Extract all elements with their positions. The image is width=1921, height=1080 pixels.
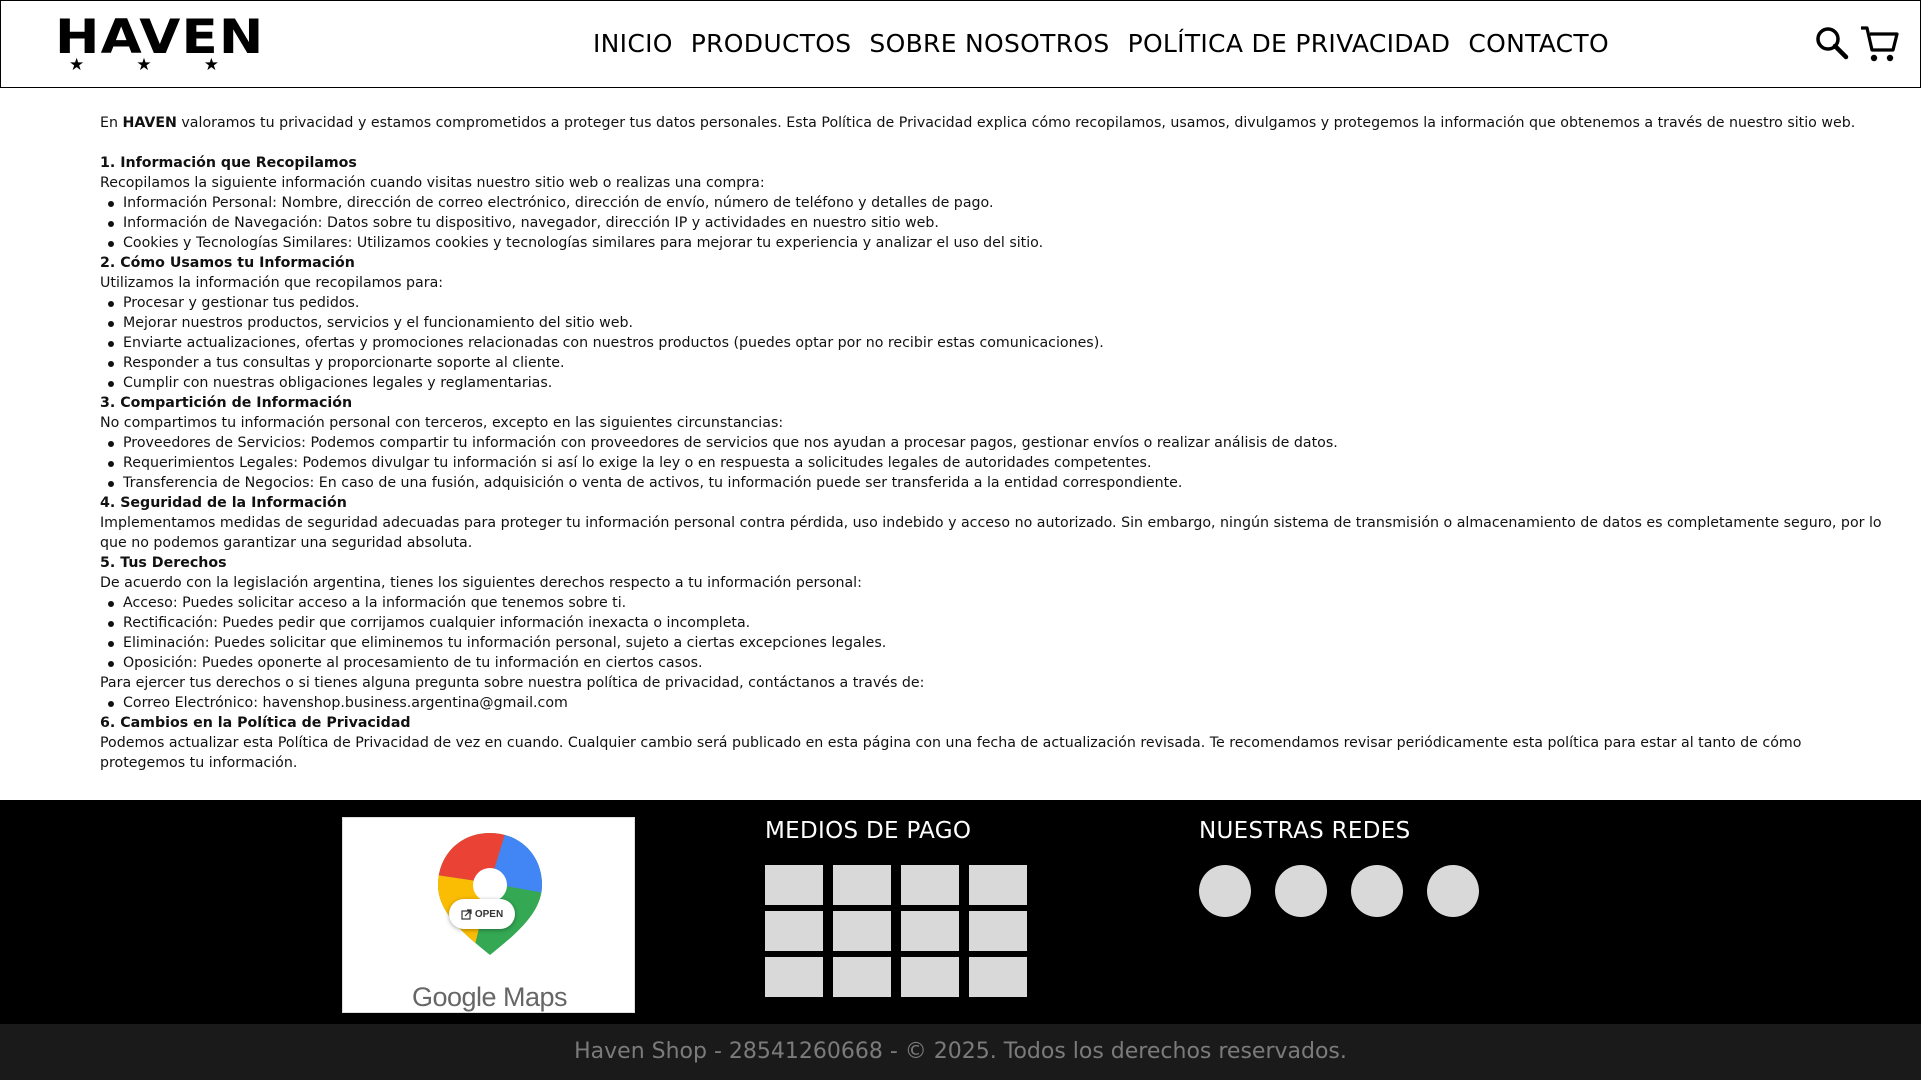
policy-sections: 1. Información que Recopilamos Recopilamo… <box>100 153 1890 773</box>
list-item: Proveedores de Servicios: Podemos compar… <box>106 433 1890 453</box>
payments-heading: MEDIOS DE PAGO <box>765 818 972 844</box>
open-map-button[interactable]: OPEN <box>449 899 515 929</box>
section-title: 4. Seguridad de la Información <box>100 495 347 511</box>
payment-method-logo[interactable] <box>765 957 823 997</box>
payment-method-logo[interactable] <box>969 957 1027 997</box>
social-heading: NUESTRAS REDES <box>1199 818 1411 844</box>
star-icon: ★ <box>69 55 85 75</box>
nav-item-politica-privacidad[interactable]: POLÍTICA DE PRIVACIDAD <box>1128 29 1451 58</box>
section-text: Podemos actualizar esta Política de Priv… <box>100 735 1802 771</box>
social-link-icon[interactable] <box>1351 865 1403 917</box>
google-maps-card[interactable]: OPEN Google Maps <box>342 817 635 1013</box>
list-item: Responder a tus consultas y proporcionar… <box>106 353 1890 373</box>
list-item: Acceso: Puedes solicitar acceso a la inf… <box>106 593 1890 613</box>
list-item: Rectificación: Puedes pedir que corrijam… <box>106 613 1890 633</box>
payment-method-logo[interactable] <box>833 911 891 951</box>
bullet-list: Información Personal: Nombre, dirección … <box>100 193 1890 253</box>
nav-item-sobre-nosotros[interactable]: SOBRE NOSOTROS <box>869 29 1109 58</box>
payment-method-logo[interactable] <box>765 911 823 951</box>
cart-icon[interactable] <box>1859 23 1899 65</box>
nav-item-contacto[interactable]: CONTACTO <box>1468 29 1609 58</box>
section-text: Recopilamos la siguiente información cua… <box>100 175 765 191</box>
list-item: Cumplir con nuestras obligaciones legale… <box>106 373 1890 393</box>
social-link-icon[interactable] <box>1275 865 1327 917</box>
list-item: Cookies y Tecnologías Similares: Utiliza… <box>106 233 1890 253</box>
section-title: 5. Tus Derechos <box>100 555 227 571</box>
section-title: 3. Compartición de Información <box>100 395 353 411</box>
brand-name: HAVEN <box>122 115 177 131</box>
haven-logo[interactable]: HAVEN ★ ★ ★ <box>55 14 263 77</box>
list-item: Transferencia de Negocios: En caso de un… <box>106 473 1890 493</box>
privacy-policy-content: En HAVEN valoramos tu privacidad y estam… <box>100 113 1890 773</box>
list-item: Información Personal: Nombre, dirección … <box>106 193 1890 213</box>
social-link-icon[interactable] <box>1199 865 1251 917</box>
payment-method-logo[interactable] <box>969 865 1027 905</box>
list-item: Correo Electrónico: havenshop.business.a… <box>106 693 1890 713</box>
section-title: 2. Cómo Usamos tu Información <box>100 255 355 271</box>
nav-item-productos[interactable]: PRODUCTOS <box>691 29 852 58</box>
nav-item-inicio[interactable]: INICIO <box>593 29 673 58</box>
section-title: 6. Cambios en la Política de Privacidad <box>100 715 411 731</box>
list-item: Procesar y gestionar tus pedidos. <box>106 293 1890 313</box>
list-item: Mejorar nuestros productos, servicios y … <box>106 313 1890 333</box>
payment-methods-grid <box>765 865 1030 998</box>
bullet-list: Proveedores de Servicios: Podemos compar… <box>100 433 1890 493</box>
payment-method-logo[interactable] <box>901 865 959 905</box>
payment-method-logo[interactable] <box>901 957 959 997</box>
section-text: No compartimos tu información personal c… <box>100 415 784 431</box>
open-label: OPEN <box>474 908 504 920</box>
bullet-list: Correo Electrónico: havenshop.business.a… <box>100 693 1890 713</box>
site-header: HAVEN ★ ★ ★ INICIO PRODUCTOS SOBRE NOSOT… <box>0 0 1921 88</box>
list-item: Enviarte actualizaciones, ofertas y prom… <box>106 333 1890 353</box>
payment-method-logo[interactable] <box>833 957 891 997</box>
section-text: Para ejercer tus derechos o si tienes al… <box>100 675 925 691</box>
search-icon[interactable] <box>1813 23 1853 65</box>
section-text: Utilizamos la información que recopilamo… <box>100 275 444 291</box>
payment-method-logo[interactable] <box>901 911 959 951</box>
map-pin-icon <box>438 833 542 955</box>
list-item: Eliminación: Puedes solicitar que elimin… <box>106 633 1890 653</box>
section-title: 1. Información que Recopilamos <box>100 155 357 171</box>
payment-method-logo[interactable] <box>833 865 891 905</box>
list-item: Oposición: Puedes oponerte al procesamie… <box>106 653 1890 673</box>
section-text: Implementamos medidas de seguridad adecu… <box>100 515 1882 551</box>
payment-method-logo[interactable] <box>765 865 823 905</box>
bullet-list: Procesar y gestionar tus pedidos. Mejorar… <box>100 293 1890 393</box>
logo-stars: ★ ★ ★ <box>69 55 219 75</box>
payment-method-logo[interactable] <box>969 911 1027 951</box>
policy-intro: En HAVEN valoramos tu privacidad y estam… <box>100 115 1856 131</box>
external-link-icon <box>461 908 472 920</box>
social-link-icon[interactable] <box>1427 865 1479 917</box>
site-footer: OPEN Google Maps MEDIOS DE PAGO NUESTRAS… <box>0 800 1921 1024</box>
bullet-list: Acceso: Puedes solicitar acceso a la inf… <box>100 593 1890 673</box>
list-item: Información de Navegación: Datos sobre t… <box>106 213 1890 233</box>
main-nav: INICIO PRODUCTOS SOBRE NOSOTROS POLÍTICA… <box>593 29 1627 58</box>
star-icon: ★ <box>136 55 152 75</box>
google-maps-logo: Google Maps <box>411 982 568 1012</box>
copyright-bar: Haven Shop - 28541260668 - © 2025. Todos… <box>0 1024 1921 1080</box>
star-icon: ★ <box>203 55 219 75</box>
section-text: De acuerdo con la legislación argentina,… <box>100 575 862 591</box>
list-item: Requerimientos Legales: Podemos divulgar… <box>106 453 1890 473</box>
